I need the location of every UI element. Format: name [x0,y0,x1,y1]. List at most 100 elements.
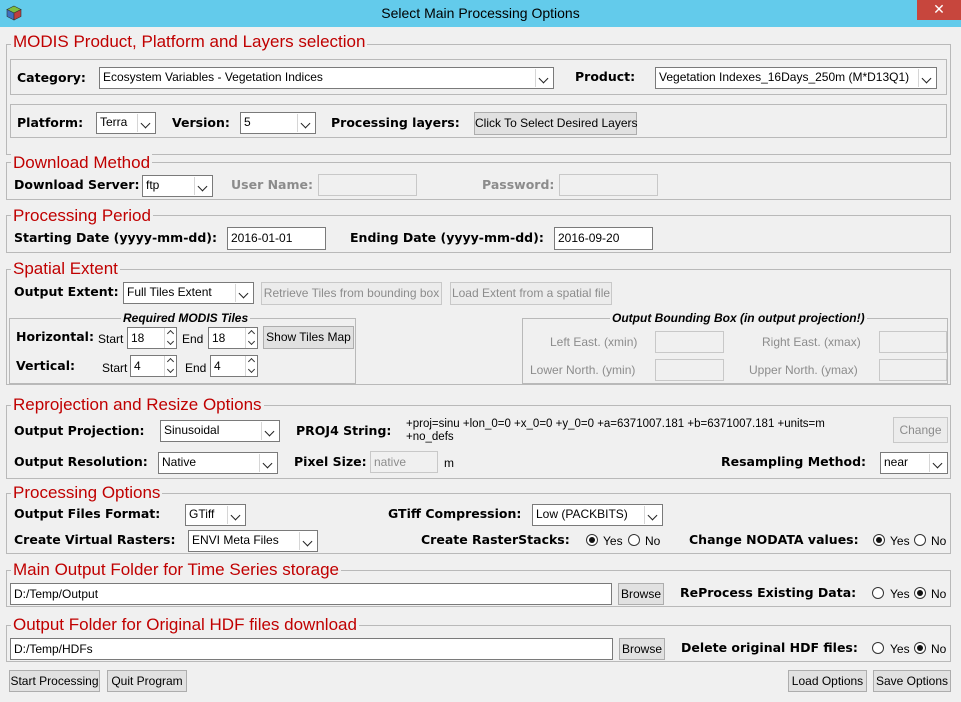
compression-value: Low (PACKBITS) [536,507,628,521]
delete-hdf-no-label: No [931,642,947,656]
spinner-arrows-icon[interactable] [164,328,176,348]
quit-program-button[interactable]: Quit Program [107,670,187,692]
v-end-value: 4 [214,359,221,373]
resolution-value: Native [162,455,197,469]
output-browse-button[interactable]: Browse [618,583,664,605]
proj4-string-line1: +proj=sinu +lon_0=0 +x_0=0 +y_0=0 +a=637… [406,418,825,430]
product-combo[interactable]: Vegetation Indexes_16Days_250m (M*D13Q1) [655,67,937,89]
vertical-label: Vertical: [16,358,76,373]
format-combo[interactable]: GTiff [185,504,246,526]
delete-hdf-yes-radio[interactable] [872,642,884,654]
chevron-down-icon[interactable] [299,532,316,550]
xmin-label: Left East. (xmin) [550,335,638,349]
rasterstacks-label: Create RasterStacks: [421,532,570,547]
output-extent-value: Full Tiles Extent [127,285,212,299]
reprocess-yes-radio[interactable] [872,587,884,599]
category-combo[interactable]: Ecosystem Variables - Vegetation Indices [99,67,554,89]
change-projection-button[interactable]: Change [893,417,948,443]
end-date-label: Ending Date (yyyy-mm-dd): [350,230,544,245]
main-window: MODIS Product, Platform and Layers selec… [0,27,961,702]
v-end-spinner[interactable]: 4 [210,355,258,377]
password-label: Password: [482,177,555,192]
spinner-arrows-icon[interactable] [164,356,176,376]
chevron-down-icon[interactable] [235,284,252,302]
reprojection-group-title: Reprojection and Resize Options [11,395,264,414]
nodata-label: Change NODATA values: [689,532,859,547]
projection-value: Sinusoidal [164,423,220,437]
pixel-size-input[interactable]: native [370,451,438,473]
h-start-label: Start [98,332,124,346]
platform-value: Terra [100,115,128,129]
chevron-down-icon[interactable] [194,177,211,195]
virtual-rasters-value: ENVI Meta Files [192,533,279,547]
chevron-down-icon[interactable] [261,422,278,440]
username-input[interactable] [318,174,417,196]
chevron-down-icon[interactable] [929,454,946,472]
rasterstacks-yes-radio[interactable] [586,534,598,546]
select-layers-button[interactable]: Click To Select Desired Layers [474,112,638,135]
save-options-button[interactable]: Save Options [873,670,951,692]
spinner-arrows-icon[interactable] [245,328,257,348]
start-date-input[interactable]: 2016-01-01 [227,227,326,250]
password-input[interactable] [559,174,658,196]
pixel-size-label: Pixel Size: [294,454,367,469]
version-combo[interactable]: 5 [240,112,316,134]
projection-combo[interactable]: Sinusoidal [160,420,280,442]
nodata-no-radio[interactable] [914,534,926,546]
chevron-down-icon[interactable] [297,114,314,132]
delete-hdf-label: Delete original HDF files: [681,640,858,655]
delete-hdf-no-radio[interactable] [914,642,926,654]
h-start-spinner[interactable]: 18 [127,327,177,349]
category-label: Category: [17,70,86,85]
show-tiles-map-button[interactable]: Show Tiles Map [263,326,354,349]
chevron-down-icon[interactable] [259,454,276,472]
xmin-input[interactable] [655,331,724,353]
proj4-label: PROJ4 String: [296,423,392,438]
reprocess-yes-label: Yes [890,587,910,601]
platform-combo[interactable]: Terra [96,112,156,134]
nodata-yes-radio[interactable] [873,534,885,546]
output-extent-combo[interactable]: Full Tiles Extent [123,282,254,304]
output-folder-group-title: Main Output Folder for Time Series stora… [11,560,341,579]
hdf-browse-button[interactable]: Browse [619,638,665,660]
server-label: Download Server: [14,177,140,192]
end-date-input[interactable]: 2016-09-20 [554,227,653,250]
version-label: Version: [172,115,230,130]
extent-group-title: Spatial Extent [11,259,120,278]
virtual-rasters-combo[interactable]: ENVI Meta Files [188,530,318,552]
resampling-label: Resampling Method: [721,454,867,469]
spinner-arrows-icon[interactable] [245,356,257,376]
output-folder-input[interactable]: D:/Temp/Output [10,583,612,605]
rasterstacks-no-radio[interactable] [628,534,640,546]
resampling-combo[interactable]: near [880,452,948,474]
chevron-down-icon[interactable] [918,69,935,87]
download-group-title: Download Method [11,153,153,172]
ymin-input[interactable] [655,359,724,381]
v-end-label: End [185,361,207,375]
chevron-down-icon[interactable] [227,506,244,524]
compression-combo[interactable]: Low (PACKBITS) [532,504,663,526]
retrieve-tiles-button[interactable]: Retrieve Tiles from bounding box [261,282,442,305]
start-processing-button[interactable]: Start Processing [9,670,100,692]
v-start-spinner[interactable]: 4 [130,355,177,377]
format-label: Output Files Format: [14,506,161,521]
load-extent-button[interactable]: Load Extent from a spatial file [450,282,612,305]
load-options-button[interactable]: Load Options [788,670,867,692]
proj4-string-line2: +no_defs [406,431,454,443]
delete-hdf-yes-label: Yes [890,642,910,656]
chevron-down-icon[interactable] [535,69,552,87]
hdf-folder-input[interactable]: D:/Temp/HDFs [10,638,613,660]
category-value: Ecosystem Variables - Vegetation Indices [103,70,323,84]
xmax-input[interactable] [879,331,947,353]
pixel-size-unit: m [444,456,454,470]
reprocess-no-radio[interactable] [914,587,926,599]
resolution-combo[interactable]: Native [158,452,278,474]
chevron-down-icon[interactable] [137,114,154,132]
xmax-label: Right East. (xmax) [762,335,861,349]
chevron-down-icon[interactable] [644,506,661,524]
close-button[interactable]: ✕ [917,0,961,20]
ymax-input[interactable] [879,359,947,381]
server-combo[interactable]: ftp [142,175,213,197]
product-label: Product: [575,69,636,84]
h-end-spinner[interactable]: 18 [208,327,258,349]
